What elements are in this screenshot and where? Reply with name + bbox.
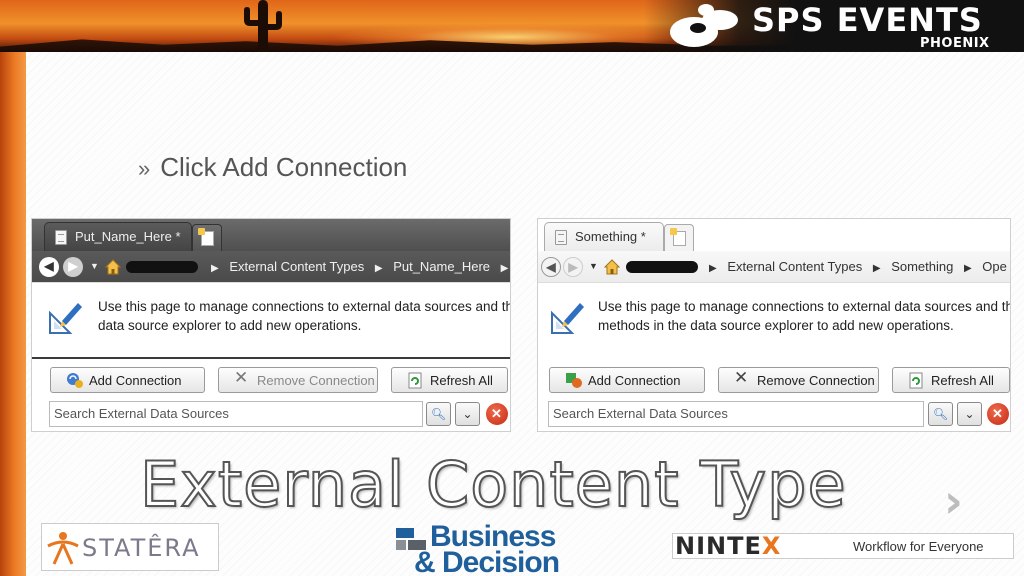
close-icon: ✕: [485, 403, 508, 425]
document-icon: [55, 230, 67, 245]
info-line-1: Use this page to manage connections to e…: [98, 299, 511, 314]
tab-bar: Put_Name_Here *: [32, 219, 510, 251]
toolbar: Add Connection ✕ Remove Connection Refre…: [32, 365, 510, 395]
tab-document[interactable]: Something *: [544, 222, 664, 251]
breadcrumb-bar: ◀ ▶ ▼ ▶ External Content Types ▶ Somethi…: [538, 251, 1010, 283]
search-button[interactable]: 🔍︎: [928, 402, 953, 426]
breadcrumb: ▶ External Content Types ▶ Put_Name_Here…: [211, 259, 509, 274]
next-slide-icon[interactable]: ›: [944, 474, 963, 528]
info-line-2: data source explorer to add new operatio…: [98, 318, 362, 333]
clear-search-button[interactable]: ✕: [985, 402, 1010, 426]
add-connection-button[interactable]: Add Connection: [50, 367, 205, 393]
left-screenshot: Put_Name_Here * ◀ ▶ ▼ ▶ External Content…: [31, 218, 511, 432]
back-button[interactable]: ◀: [39, 257, 59, 277]
statera-name: STATÊRA: [82, 534, 201, 562]
home-icon[interactable]: [604, 259, 620, 275]
refresh-icon: [909, 372, 923, 389]
remove-connection-label: Remove Connection: [757, 373, 875, 388]
close-icon: ✕: [986, 403, 1009, 425]
slide-title: External Content Type: [139, 447, 847, 522]
business-decision-logo: Business & Decision: [396, 520, 596, 576]
tab-title: Put_Name_Here *: [75, 229, 181, 244]
new-tab-button[interactable]: [664, 224, 694, 251]
redacted-site-name: [626, 261, 698, 273]
design-tools-icon: [49, 303, 82, 334]
nintex-logo: NINTEX Workflow for Everyone: [672, 532, 1014, 560]
brand-name: SPS EVENTS: [752, 1, 983, 39]
chevron-down-icon: ⌄: [964, 407, 975, 421]
statera-logo: STATÊRA: [41, 523, 219, 571]
forward-button[interactable]: ▶: [563, 257, 583, 277]
statera-figure-icon: [47, 532, 79, 565]
search-options-button[interactable]: ⌄: [957, 402, 982, 426]
tab-document[interactable]: Put_Name_Here *: [44, 222, 192, 251]
side-accent-bar: [0, 52, 26, 576]
back-button[interactable]: ◀: [541, 257, 561, 277]
clear-search-button[interactable]: ✕: [484, 402, 509, 426]
tab-title: Something *: [575, 229, 646, 244]
new-tab-icon: [670, 228, 686, 246]
bullet-text: Click Add Connection: [160, 152, 408, 182]
refresh-all-label: Refresh All: [430, 373, 493, 388]
brand-city: PHOENIX: [920, 36, 990, 51]
search-icon: 🔍︎: [430, 407, 447, 421]
add-connection-label: Add Connection: [588, 373, 681, 388]
breadcrumb-item[interactable]: Put_Name_Here: [393, 259, 490, 274]
document-icon: [555, 230, 567, 245]
refresh-icon: [408, 372, 422, 389]
breadcrumb-item[interactable]: Something: [891, 259, 953, 274]
info-line-2: methods in the data source explorer to a…: [598, 318, 954, 333]
refresh-all-button[interactable]: Refresh All: [391, 367, 508, 393]
info-panel: Use this page to manage connections to e…: [32, 283, 510, 359]
chevron-down-icon: ⌄: [462, 407, 473, 421]
header-banner: SPS EVENTS PHOENIX: [0, 0, 1024, 52]
bd-line-2: & Decision: [414, 546, 560, 576]
refresh-all-button[interactable]: Refresh All: [892, 367, 1010, 393]
add-connection-label: Add Connection: [89, 373, 182, 388]
bullet-point: » Click Add Connection: [138, 152, 407, 183]
remove-connection-button[interactable]: ✕ Remove Connection: [718, 367, 879, 393]
breadcrumb-item[interactable]: External Content Types: [727, 259, 862, 274]
remove-connection-label: Remove Connection: [257, 373, 375, 388]
history-dropdown-icon[interactable]: ▼: [90, 261, 99, 271]
cactus-icon: [244, 0, 282, 52]
search-row: Search External Data Sources 🔍︎ ⌄ ✕: [538, 399, 1010, 429]
add-connection-icon: [566, 373, 582, 388]
breadcrumb: ▶ External Content Types ▶ Something ▶ O…: [709, 259, 1007, 274]
add-connection-button[interactable]: Add Connection: [549, 367, 705, 393]
refresh-all-label: Refresh All: [931, 373, 994, 388]
search-input[interactable]: Search External Data Sources: [49, 401, 423, 427]
toolbar: Add Connection ✕ Remove Connection Refre…: [538, 365, 1010, 395]
breadcrumb-item[interactable]: Ope: [982, 259, 1007, 274]
search-row: Search External Data Sources 🔍︎ ⌄ ✕: [32, 399, 510, 429]
search-options-button[interactable]: ⌄: [455, 402, 480, 426]
add-connection-icon: [67, 373, 83, 388]
forward-button[interactable]: ▶: [63, 257, 83, 277]
design-tools-icon: [551, 303, 584, 334]
right-screenshot: Something * ◀ ▶ ▼ ▶ External Content Typ…: [537, 218, 1011, 432]
new-tab-button[interactable]: [192, 224, 222, 251]
search-button[interactable]: 🔍︎: [426, 402, 451, 426]
search-icon: 🔍︎: [932, 407, 949, 421]
redacted-site-name: [126, 261, 198, 273]
sps-logo-icon: [670, 4, 738, 47]
breadcrumb-bar: ◀ ▶ ▼ ▶ External Content Types ▶ Put_Nam…: [32, 251, 510, 283]
breadcrumb-item[interactable]: External Content Types: [229, 259, 364, 274]
remove-icon: ✕: [734, 368, 749, 387]
info-panel: Use this page to manage connections to e…: [538, 283, 1010, 359]
tab-bar: Something *: [538, 219, 1010, 251]
search-input[interactable]: Search External Data Sources: [548, 401, 924, 427]
nintex-tagline: Workflow for Everyone: [853, 539, 984, 554]
home-icon[interactable]: [105, 259, 121, 275]
history-dropdown-icon[interactable]: ▼: [589, 261, 598, 271]
remove-connection-button[interactable]: ✕ Remove Connection: [218, 367, 378, 393]
bullet-marker: »: [138, 156, 151, 181]
new-tab-icon: [198, 228, 214, 246]
info-line-1: Use this page to manage connections to e…: [598, 299, 1011, 314]
remove-icon: ✕: [234, 368, 249, 387]
nintex-wordmark: NINTEX: [675, 532, 782, 560]
